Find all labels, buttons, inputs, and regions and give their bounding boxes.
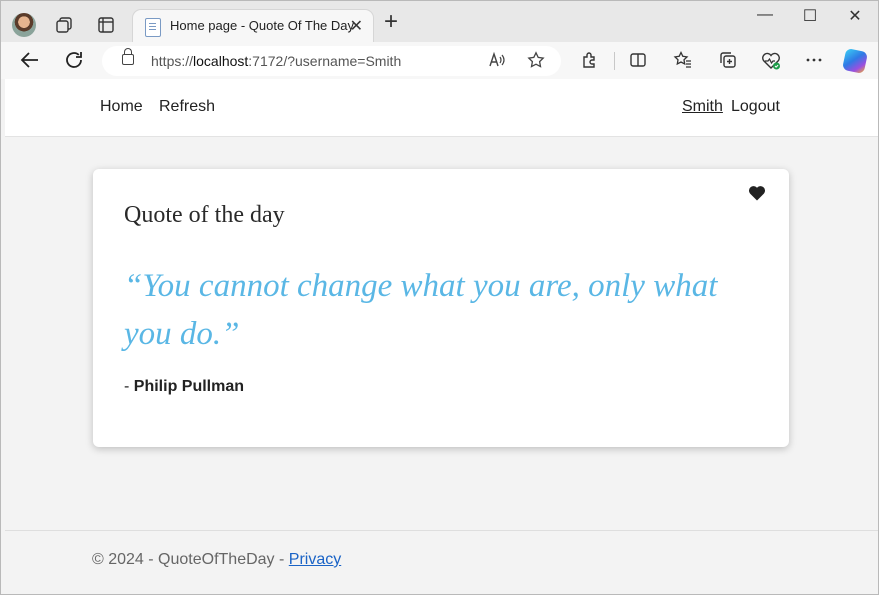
browser-window: Home page - Quote Of The Day ✕ + — ☐ ✕ h… xyxy=(0,0,879,595)
address-bar[interactable]: https://localhost:7172/?username=Smith xyxy=(102,46,561,76)
collections-icon[interactable] xyxy=(717,50,739,72)
footer-divider xyxy=(5,530,878,531)
tab-close-icon[interactable]: ✕ xyxy=(350,16,363,36)
web-page: Home Refresh Smith Logout Quote of the d… xyxy=(1,79,878,594)
browser-toolbar: https://localhost:7172/?username=Smith xyxy=(1,42,878,79)
card-title: Quote of the day xyxy=(124,202,285,228)
site-navbar: Home Refresh Smith Logout xyxy=(5,79,878,137)
tab-actions-icon[interactable] xyxy=(94,13,118,37)
heart-icon[interactable] xyxy=(748,185,768,205)
tab-bar: Home page - Quote Of The Day ✕ + — ☐ ✕ xyxy=(1,1,878,43)
new-tab-button[interactable]: + xyxy=(384,10,398,34)
nav-home-link[interactable]: Home xyxy=(100,98,143,116)
toolbar-divider xyxy=(614,52,615,70)
url-text[interactable]: https://localhost:7172/?username=Smith xyxy=(151,53,401,69)
lock-icon[interactable] xyxy=(122,48,134,65)
page-icon xyxy=(145,18,161,37)
browser-essentials-icon[interactable] xyxy=(760,50,782,72)
split-screen-icon[interactable] xyxy=(627,50,649,72)
more-options-icon[interactable] xyxy=(803,50,825,72)
read-aloud-icon[interactable] xyxy=(488,51,506,74)
copilot-icon[interactable] xyxy=(841,47,869,75)
profile-avatar[interactable] xyxy=(12,13,36,37)
quote-text: “You cannot change what you are, only wh… xyxy=(124,268,718,352)
extensions-icon[interactable] xyxy=(579,50,601,72)
author-name: Philip Pullman xyxy=(133,378,245,395)
minimize-button[interactable]: — xyxy=(753,6,777,24)
footer-text: © 2024 - QuoteOfTheDay - xyxy=(92,551,289,568)
maximize-button[interactable]: ☐ xyxy=(798,6,822,26)
nav-refresh-link[interactable]: Refresh xyxy=(159,98,215,116)
workspaces-icon[interactable] xyxy=(53,13,77,37)
close-window-button[interactable]: ✕ xyxy=(843,6,867,26)
footer: © 2024 - QuoteOfTheDay - Privacy xyxy=(92,551,341,569)
favorite-star-icon[interactable] xyxy=(527,51,545,74)
favorites-icon[interactable] xyxy=(672,50,694,72)
quote-card: Quote of the day “You cannot change what… xyxy=(93,169,789,447)
quote-author: - Philip Pullman xyxy=(124,378,245,395)
back-arrow-icon[interactable] xyxy=(18,48,42,72)
refresh-icon[interactable] xyxy=(62,48,86,72)
tab-title: Home page - Quote Of The Day xyxy=(170,18,355,33)
privacy-link[interactable]: Privacy xyxy=(289,551,341,568)
nav-username-link[interactable]: Smith xyxy=(682,98,723,116)
tab-active[interactable]: Home page - Quote Of The Day ✕ xyxy=(133,10,373,43)
nav-logout-link[interactable]: Logout xyxy=(731,98,780,116)
